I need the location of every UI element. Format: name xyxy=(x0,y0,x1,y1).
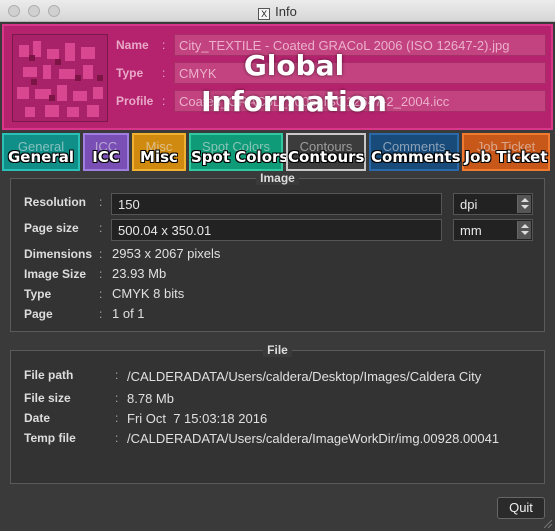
resolution-unit-select[interactable]: dpi xyxy=(453,193,533,215)
tab-icc-label: ICC xyxy=(92,148,120,166)
tab-icc[interactable]: ICC ICC xyxy=(83,133,129,171)
resolution-input[interactable]: 150 xyxy=(111,193,442,215)
page-value: 1 of 1 xyxy=(112,306,145,321)
type-label: Type xyxy=(24,287,52,301)
tab-comments[interactable]: Comments Comments xyxy=(369,133,461,171)
page-size-label: Page size xyxy=(24,221,79,235)
title-bar: X Info xyxy=(0,0,555,22)
date-value: Fri Oct 7 15:03:18 2016 xyxy=(127,411,268,426)
image-size-label: Image Size xyxy=(24,267,87,281)
temp-file-value: /CALDERADATA/Users/caldera/ImageWorkDir/… xyxy=(127,431,500,446)
x11-icon: X xyxy=(258,8,271,20)
dimensions-label: Dimensions xyxy=(24,247,93,261)
tab-contours-label: Contours xyxy=(288,148,365,166)
stepper-arrows-icon xyxy=(517,221,531,239)
page-size-input[interactable]: 500.04 x 350.01 xyxy=(111,219,442,241)
file-size-value: 8.78 Mb xyxy=(127,391,174,406)
image-group: Image Resolution : 150 dpi Page size : 5… xyxy=(10,171,545,332)
page-label: Page xyxy=(24,307,53,321)
file-path-label: File path xyxy=(24,368,74,382)
image-group-title: Image xyxy=(256,171,299,185)
date-label: Date xyxy=(24,411,51,425)
window-title: Info xyxy=(275,4,297,19)
global-information-panel: Name : City_TEXTILE - Coated GRACoL 2006… xyxy=(2,24,553,130)
tab-general-label: General xyxy=(8,148,74,166)
tab-job-ticket[interactable]: Job Ticket Job Ticket xyxy=(462,133,550,171)
global-information-title: Global Information xyxy=(201,49,387,118)
temp-file-label: Temp file xyxy=(24,431,76,445)
type-value: CMYK 8 bits xyxy=(112,286,185,301)
tab-general[interactable]: General General xyxy=(2,133,80,171)
tab-spot-colors-label: Spot Colors xyxy=(191,148,289,166)
tab-comments-label: Comments xyxy=(371,148,461,166)
quit-button[interactable]: Quit xyxy=(497,497,545,519)
file-path-value: /CALDERADATA/Users/caldera/Desktop/Image… xyxy=(127,369,482,384)
tab-misc[interactable]: Misc Misc xyxy=(132,133,186,171)
stepper-arrows-icon xyxy=(517,195,531,213)
dimensions-value: 2953 x 2067 pixels xyxy=(112,246,221,261)
resolution-label: Resolution xyxy=(24,195,86,209)
file-group: File File path : /CALDERADATA/Users/cald… xyxy=(10,343,545,484)
tab-job-ticket-label: Job Ticket xyxy=(464,148,548,166)
page-size-unit-select[interactable]: mm xyxy=(453,219,533,241)
file-size-label: File size xyxy=(24,391,71,405)
tab-contours[interactable]: Contours Contours xyxy=(286,133,366,171)
tab-spot-colors[interactable]: Spot Colors Spot Colors xyxy=(189,133,289,171)
image-thumbnail xyxy=(12,34,108,122)
image-size-value: 23.93 Mb xyxy=(112,266,167,281)
tab-misc-label: Misc xyxy=(140,148,178,166)
tab-bar: General General ICC ICC Misc Misc Spot C… xyxy=(2,133,553,171)
file-group-title: File xyxy=(263,343,292,357)
resize-grip-icon[interactable] xyxy=(541,517,553,529)
